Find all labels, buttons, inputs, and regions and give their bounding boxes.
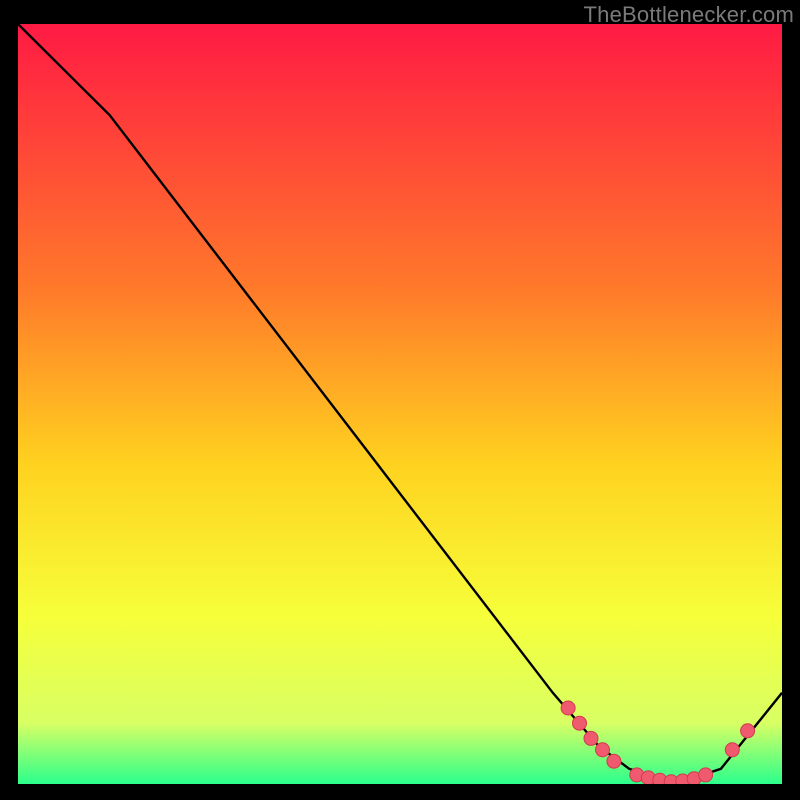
plot-area bbox=[18, 24, 782, 784]
curve-marker bbox=[607, 754, 621, 768]
curve-marker bbox=[561, 701, 575, 715]
curve-marker bbox=[741, 724, 755, 738]
curve-marker bbox=[584, 731, 598, 745]
curve-marker bbox=[725, 743, 739, 757]
chart-frame: TheBottlenecker.com bbox=[0, 0, 800, 800]
curve-marker bbox=[596, 743, 610, 757]
curve-marker bbox=[699, 768, 713, 782]
chart-svg bbox=[18, 24, 782, 784]
curve-marker bbox=[573, 716, 587, 730]
gradient-background bbox=[18, 24, 782, 784]
